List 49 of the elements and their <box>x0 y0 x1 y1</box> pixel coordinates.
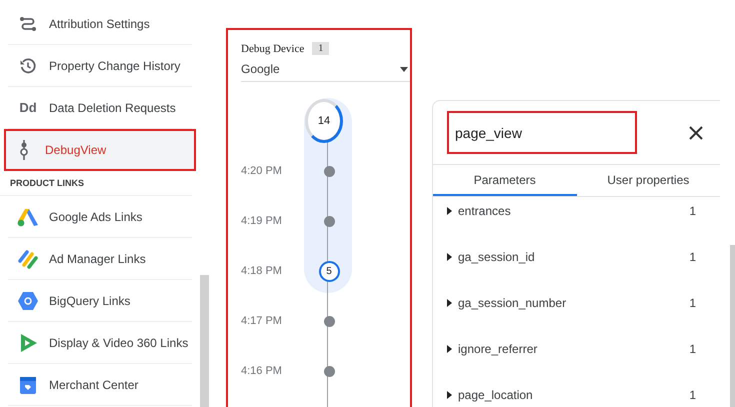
expand-icon[interactable] <box>447 345 452 353</box>
history-icon <box>19 56 37 74</box>
sidebar-item[interactable]: Attribution Settings <box>8 3 192 45</box>
expand-icon[interactable] <box>447 391 452 399</box>
sidebar-item[interactable]: DebugView <box>4 129 196 171</box>
parameter-value: 1 <box>689 296 696 310</box>
sidebar-item[interactable]: BigQuery Links <box>8 280 192 322</box>
timeline-time: 4:18 PM <box>241 265 282 277</box>
parameter-value: 1 <box>689 250 696 264</box>
parameter-name: ga_session_id <box>458 250 535 264</box>
timeline-time: 4:16 PM <box>241 365 282 377</box>
timeline-time: 4:19 PM <box>241 215 282 227</box>
debug-icon <box>18 139 30 161</box>
device-title: Debug Device <box>241 42 304 54</box>
scrollbar[interactable] <box>200 275 209 407</box>
parameter-value: 1 <box>689 342 696 356</box>
tab[interactable]: User properties <box>576 165 720 196</box>
sidebar-item[interactable]: Display & Video 360 Links <box>8 322 192 364</box>
letters-icon: Dd <box>19 100 37 115</box>
parameter-name: page_location <box>458 388 533 402</box>
parameter-value: 1 <box>689 204 696 218</box>
hexagon-logo-icon <box>17 290 39 310</box>
sidebar-item[interactable]: Property Change History <box>8 45 192 87</box>
tab[interactable]: Parameters <box>433 165 576 196</box>
triangle-logo-icon <box>17 206 39 226</box>
timeline-dot[interactable] <box>324 316 334 326</box>
scrollbar[interactable] <box>730 245 735 407</box>
caret-icon <box>400 66 408 72</box>
device-select[interactable]: Google <box>241 57 410 82</box>
timeline-dot[interactable] <box>324 366 334 376</box>
sidebar-item[interactable]: Merchant Center <box>8 364 192 406</box>
parameter-name: entrances <box>458 204 511 218</box>
timeline-time: 4:20 PM <box>241 165 282 177</box>
sidebar-item[interactable]: Ad Manager Links <box>8 238 192 280</box>
sidebar-item[interactable]: Google Ads Links <box>8 196 192 238</box>
parameter-value: 1 <box>689 388 696 402</box>
timeline-time: 4:17 PM <box>241 315 282 327</box>
parameter-name: ga_session_number <box>458 296 566 310</box>
expand-icon[interactable] <box>447 253 452 261</box>
route-icon <box>19 14 37 32</box>
stripes-logo-icon <box>17 248 39 268</box>
device-count: 1 <box>312 42 330 55</box>
store-logo-icon <box>19 374 37 394</box>
event-name: page_view <box>447 111 637 154</box>
expand-icon[interactable] <box>447 207 452 215</box>
parameter-name: ignore_referrer <box>458 342 538 356</box>
section-title: PRODUCT LINKS <box>0 171 192 196</box>
play-logo-icon <box>18 332 38 352</box>
expand-icon[interactable] <box>447 299 452 307</box>
